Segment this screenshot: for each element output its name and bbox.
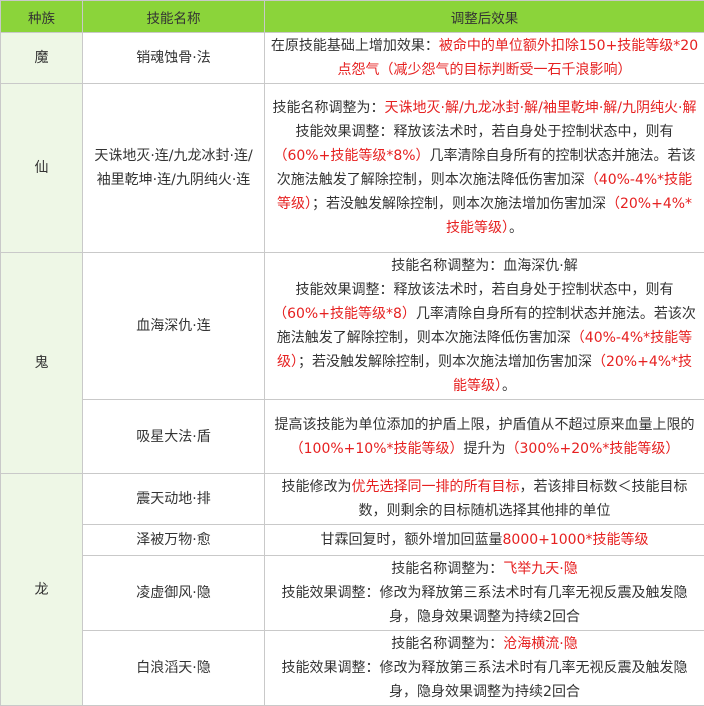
effect-text: 。 xyxy=(509,220,523,236)
skill-name-cell: 天诛地灭·连/九龙冰封·连/袖里乾坤·连/九阴纯火·连 xyxy=(83,84,265,253)
skill-name-cell: 泽被万物·愈 xyxy=(83,525,265,556)
skill-name-cell: 白浪滔天·隐 xyxy=(83,631,265,706)
effect-cell: 甘霖回复时，额外增加回蓝量8000+1000*技能等级 xyxy=(265,525,704,556)
effect-text: 在原技能基础上增加效果： xyxy=(271,38,439,54)
effect-highlight: 沧海横流·隐 xyxy=(503,636,577,652)
skill-name-cell: 销魂蚀骨·法 xyxy=(83,33,265,84)
effect-cell: 技能名称调整为：飞举九天·隐 技能效果调整：修改为释放第三系法术时有几率无视反震… xyxy=(265,556,704,631)
table-row: 泽被万物·愈 甘霖回复时，额外增加回蓝量8000+1000*技能等级 xyxy=(1,525,704,556)
table-row: 白浪滔天·隐 技能名称调整为：沧海横流·隐 技能效果调整：修改为释放第三系法术时… xyxy=(1,631,704,706)
effect-highlight: （60%+技能等级*8%） xyxy=(273,148,429,164)
effect-text: 技能名称调整为：血海深仇·解 xyxy=(391,258,577,274)
effect-highlight: 天诛地灭·解/九龙冰封·解/袖里乾坤·解/九阴纯火·解 xyxy=(385,100,697,116)
table-row: 魔 销魂蚀骨·法 在原技能基础上增加效果：被命中的单位额外扣除150+技能等级*… xyxy=(1,33,704,84)
effect-highlight: 8000+1000*技能等级 xyxy=(503,532,649,548)
effect-cell: 技能修改为优先选择同一排的所有目标，若该排目标数＜技能目标数，则剩余的目标随机选… xyxy=(265,474,704,525)
effect-text: 技能修改为 xyxy=(282,479,352,495)
table-header-row: 种族 技能名称 调整后效果 xyxy=(1,1,704,33)
effect-text: 提升为 xyxy=(464,441,506,457)
table-row: 凌虚御风·隐 技能名称调整为：飞举九天·隐 技能效果调整：修改为释放第三系法术时… xyxy=(1,556,704,631)
effect-cell: 技能名称调整为：血海深仇·解 技能效果调整：释放该法术时，若自身处于控制状态中，… xyxy=(265,253,704,400)
effect-text: 技能效果调整：修改为释放第三系法术时有几率无视反震及触发隐身，隐身效果调整为持续… xyxy=(282,585,688,625)
effect-highlight: （100%+10%*技能等级） xyxy=(290,441,464,457)
tribe-cell: 仙 xyxy=(1,84,83,253)
effect-text: 提高该技能为单位添加的护盾上限，护盾值从不超过原来血量上限的 xyxy=(275,417,695,433)
effect-cell: 提高该技能为单位添加的护盾上限，护盾值从不超过原来血量上限的 （100%+10%*… xyxy=(265,400,704,474)
effect-text: 技能名称调整为： xyxy=(391,636,503,652)
tribe-cell: 鬼 xyxy=(1,253,83,474)
skill-name-cell: 震天动地·排 xyxy=(83,474,265,525)
effect-highlight: 飞举九天·隐 xyxy=(503,561,577,577)
header-effect: 调整后效果 xyxy=(265,1,704,33)
table-row: 仙 天诛地灭·连/九龙冰封·连/袖里乾坤·连/九阴纯火·连 技能名称调整为：天诛… xyxy=(1,84,704,253)
skill-name-cell: 吸星大法·盾 xyxy=(83,400,265,474)
skill-adjustment-table: 种族 技能名称 调整后效果 魔 销魂蚀骨·法 在原技能基础上增加效果：被命中的单… xyxy=(0,0,704,706)
effect-text: 技能效果调整：释放该法术时，若自身处于控制状态中，则有 xyxy=(296,282,674,298)
effect-cell: 技能名称调整为：天诛地灭·解/九龙冰封·解/袖里乾坤·解/九阴纯火·解 技能效果… xyxy=(265,84,704,253)
skill-name-cell: 凌虚御风·隐 xyxy=(83,556,265,631)
effect-text: 技能效果调整：修改为释放第三系法术时有几率无视反震及触发隐身，隐身效果调整为持续… xyxy=(282,660,688,700)
effect-text: 甘霖回复时，额外增加回蓝量 xyxy=(321,532,503,548)
effect-highlight: （300%+20%*技能等级） xyxy=(506,441,680,457)
effect-text: ；若没触发解除控制，则本次施法增加伤害加深 xyxy=(312,196,606,212)
skill-name-cell: 血海深仇·连 xyxy=(83,253,265,400)
effect-highlight: （60%+技能等级*8） xyxy=(273,306,416,322)
effect-text: 技能名称调整为： xyxy=(391,561,503,577)
tribe-cell: 魔 xyxy=(1,33,83,84)
header-skill-name: 技能名称 xyxy=(83,1,265,33)
effect-text: 技能名称调整为： xyxy=(273,100,385,116)
header-tribe: 种族 xyxy=(1,1,83,33)
effect-text: 。 xyxy=(502,378,516,394)
table-row: 鬼 血海深仇·连 技能名称调整为：血海深仇·解 技能效果调整：释放该法术时，若自… xyxy=(1,253,704,400)
effect-text: ；若没触发解除控制，则本次施法增加伤害加深 xyxy=(298,354,592,370)
table-row: 吸星大法·盾 提高该技能为单位添加的护盾上限，护盾值从不超过原来血量上限的 （10… xyxy=(1,400,704,474)
effect-highlight: 优先选择同一排的所有目标 xyxy=(352,479,520,495)
tribe-cell: 龙 xyxy=(1,474,83,706)
table-row: 龙 震天动地·排 技能修改为优先选择同一排的所有目标，若该排目标数＜技能目标数，… xyxy=(1,474,704,525)
effect-cell: 技能名称调整为：沧海横流·隐 技能效果调整：修改为释放第三系法术时有几率无视反震… xyxy=(265,631,704,706)
effect-text: 技能效果调整：释放该法术时，若自身处于控制状态中，则有 xyxy=(296,124,674,140)
effect-cell: 在原技能基础上增加效果：被命中的单位额外扣除150+技能等级*20点怨气（减少怨… xyxy=(265,33,704,84)
